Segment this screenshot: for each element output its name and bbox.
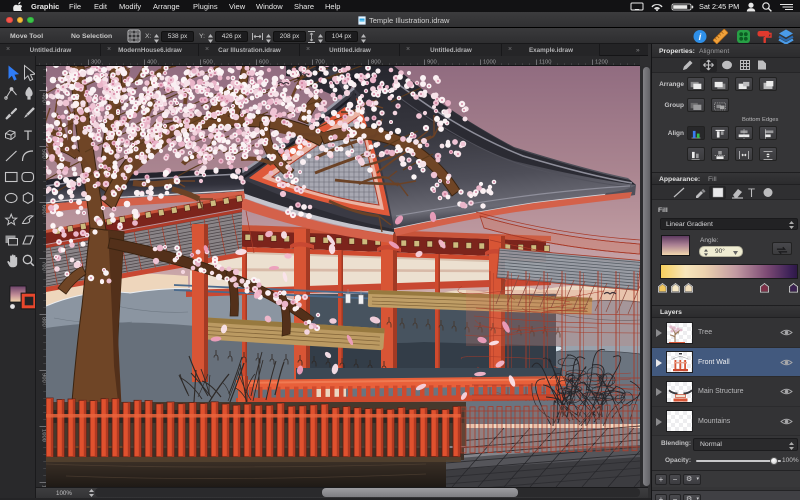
svg-text:i: i <box>699 31 702 42</box>
svg-text:T: T <box>24 128 32 143</box>
svg-text:T: T <box>748 188 755 200</box>
